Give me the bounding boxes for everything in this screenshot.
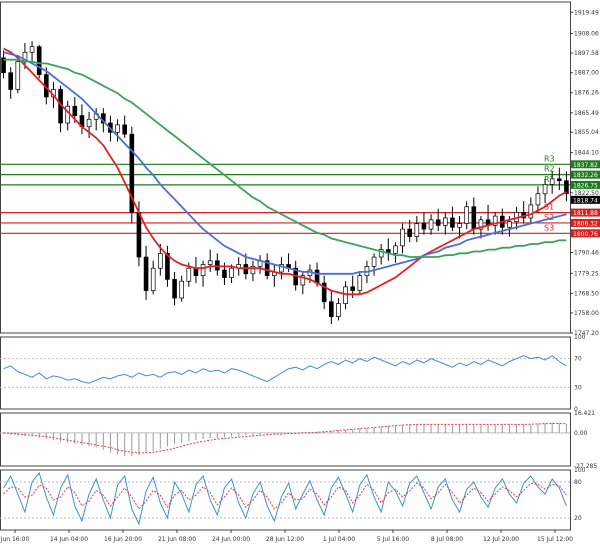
candle-body	[357, 275, 363, 291]
price-y-tick-label: 1758.00	[574, 310, 599, 317]
price-y-tick-label: 1887.00	[574, 70, 599, 77]
price-y-tick-label: 1876.26	[574, 90, 599, 97]
price-y-tick-label: 1790.46	[574, 249, 599, 256]
candle-body	[172, 279, 177, 299]
candle-body	[507, 221, 512, 228]
x-axis-tick-label: Jun 16:00	[0, 536, 29, 543]
level-value-label: 1826.75	[573, 182, 598, 189]
osc2-y-tick-label: 0.00	[574, 430, 588, 437]
level-value-label: 1806.32	[573, 220, 598, 227]
candle-body	[179, 280, 184, 299]
candle-body	[186, 267, 192, 282]
candle-body	[115, 124, 120, 133]
x-axis-tick-label: 16 Jun 20:00	[104, 536, 142, 543]
candle-body	[150, 267, 156, 291]
level-value-label: 1837.82	[573, 162, 598, 169]
candle-body	[557, 178, 562, 182]
candle-body	[8, 72, 13, 90]
level-value-label: 1818.74	[573, 197, 598, 204]
candle-body	[393, 245, 398, 254]
candle-body	[428, 219, 434, 230]
candle-body	[414, 223, 420, 237]
candle-body	[158, 252, 163, 269]
price-y-tick-label: 1822.50	[574, 190, 599, 197]
candle-body	[122, 124, 127, 135]
chart-root: 1919.49 1908.06 1897.58 1887.00 1876.26 1865.…	[0, 0, 600, 545]
candle-body	[193, 267, 199, 277]
candle-body	[471, 206, 477, 230]
price-y-tick-label: 1865.49	[574, 110, 599, 117]
price-y-tick-label: 1768.50	[574, 290, 599, 297]
x-axis-tick-label: 14 Jun 04:00	[50, 536, 88, 543]
level-label-r2: R2	[544, 165, 555, 174]
candle-body	[243, 264, 249, 275]
candle-body	[86, 118, 92, 128]
level-value-label: 1800.76	[573, 231, 598, 238]
candle-body	[65, 105, 70, 124]
candle-body	[407, 228, 412, 237]
osc2-y-tick-label: 16.421	[574, 410, 595, 417]
panel-frame-2	[0, 412, 571, 467]
candle-body	[421, 223, 427, 230]
candle-body	[29, 46, 35, 53]
panel-frame-3	[0, 469, 571, 531]
x-axis-tick-label: 1 Jul 04:00	[323, 536, 355, 543]
candle-body	[143, 256, 149, 291]
level-value-label: 1811.88	[573, 210, 598, 217]
candle-body	[371, 256, 377, 267]
candle-body	[343, 286, 348, 304]
panel-frame-0	[0, 1, 571, 334]
candle-body	[464, 206, 469, 224]
candle-body	[136, 212, 142, 258]
x-axis-tick-label: 12 Jul 20:00	[483, 536, 519, 543]
candle-body	[528, 204, 534, 219]
x-axis-tick-label: 28 Jun 12:00	[266, 536, 304, 543]
candle-body	[229, 267, 234, 278]
candle-body	[215, 260, 220, 271]
osc3-y-tick-label: 100	[574, 467, 586, 474]
x-axis-tick-label: 24 Jun 00:00	[212, 536, 250, 543]
price-y-tick-label: 1844.10	[574, 150, 599, 157]
price-y-tick-label: 1855.04	[574, 129, 599, 136]
panel-frame-1	[0, 336, 571, 410]
candle-body	[535, 193, 541, 206]
candle-body	[200, 264, 206, 277]
osc1-y-tick-label: 30	[574, 384, 582, 391]
candle-body	[443, 217, 448, 226]
candle-body	[457, 223, 462, 228]
candle-body	[549, 178, 555, 185]
level-value-label: 1832.26	[573, 172, 598, 179]
candle-body	[314, 269, 320, 284]
x-axis-tick-label: 8 Jul 08:00	[431, 536, 463, 543]
candle-body	[435, 219, 441, 226]
candle-body	[350, 286, 355, 291]
price-y-tick-label: 1908.06	[574, 31, 599, 38]
candle-body	[542, 184, 548, 195]
candle-body	[15, 61, 21, 90]
candle-body	[36, 46, 42, 75]
price-y-tick-label: 1897.58	[574, 50, 599, 57]
level-label-r3: R3	[544, 154, 555, 163]
candle-body	[72, 105, 78, 116]
candle-body	[450, 217, 455, 228]
x-axis-tick-label: 21 Jun 08:00	[158, 536, 196, 543]
chart-svg: 1919.49 1908.06 1897.58 1887.00 1876.26 1865.…	[0, 1, 600, 543]
candle-body	[222, 269, 227, 278]
osc3-y-tick-label: 80	[574, 479, 582, 486]
candle-body	[400, 228, 405, 247]
osc1-y-tick-label: 100	[574, 334, 586, 341]
candle-body	[336, 303, 341, 317]
osc1-y-tick-label: 70	[574, 356, 582, 363]
price-y-tick-label: 1919.49	[574, 9, 599, 16]
osc3-y-tick-label: 20	[574, 515, 582, 522]
x-axis-tick-label: 15 Jul 12:00	[537, 536, 573, 543]
price-y-tick-label: 1779.25	[574, 270, 599, 277]
level-label-s3: S3	[544, 223, 554, 232]
candle-body	[329, 301, 334, 317]
candle-body	[207, 260, 213, 265]
x-axis-tick-label: 5 Jul 16:00	[377, 536, 409, 543]
